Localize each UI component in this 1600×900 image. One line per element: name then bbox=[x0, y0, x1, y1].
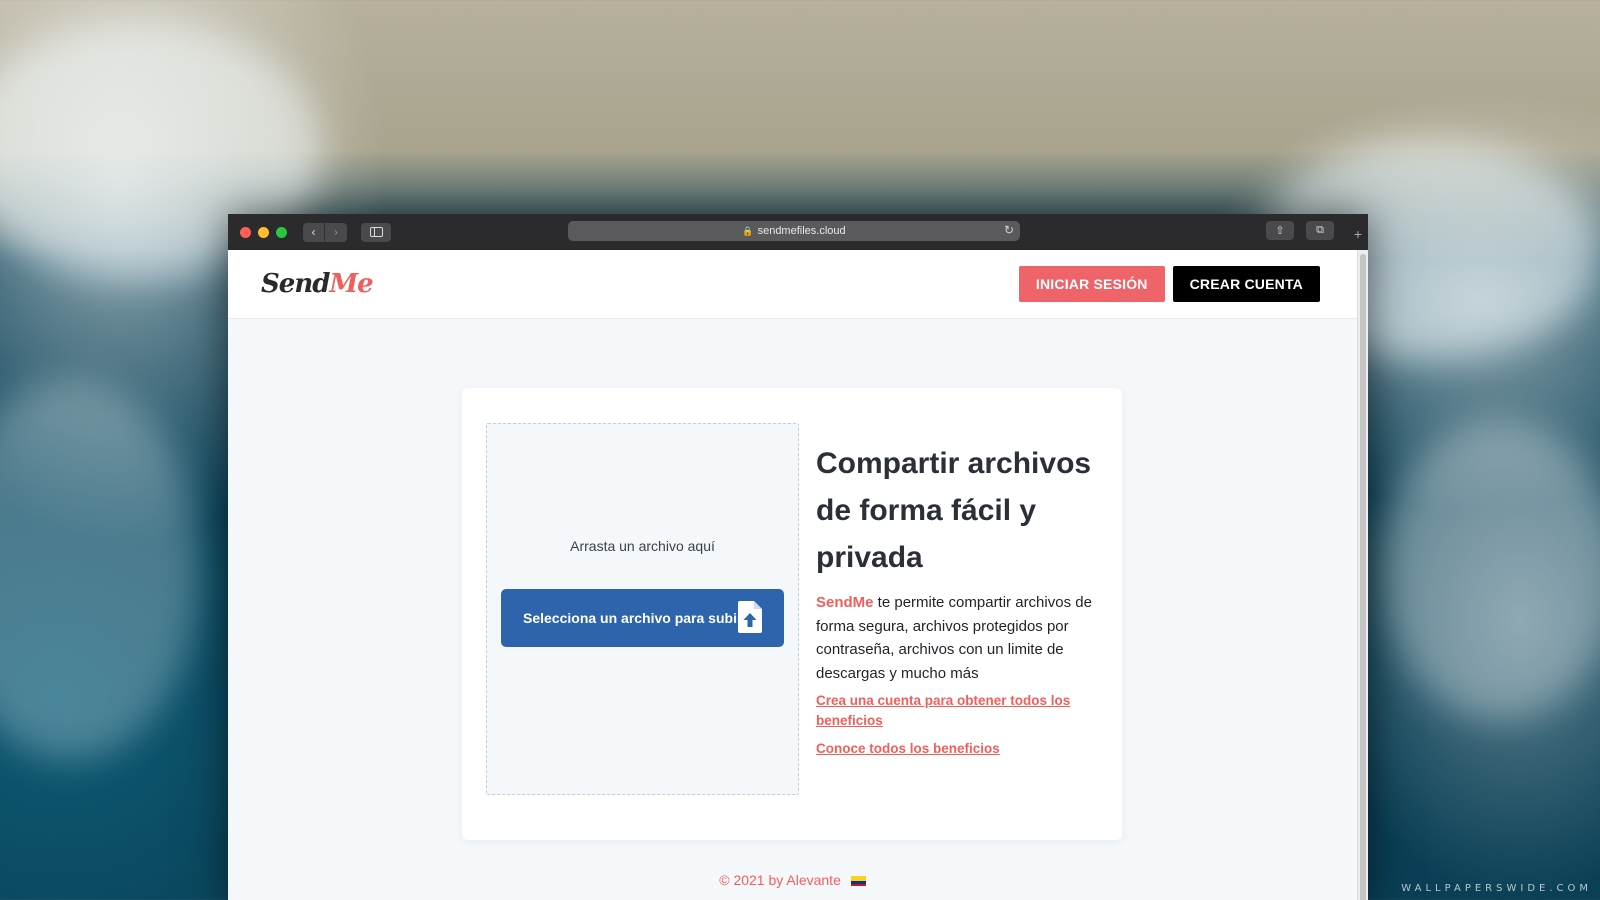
sendme-logo[interactable]: SendMe bbox=[261, 269, 374, 299]
new-tab-button[interactable]: + bbox=[1354, 226, 1362, 242]
signup-button[interactable]: CREAR CUENTA bbox=[1172, 266, 1320, 302]
benefits-link[interactable]: Conoce todos los beneficios bbox=[816, 739, 1096, 759]
sidebar-icon bbox=[369, 227, 383, 237]
select-file-label: Selecciona un archivo para subir bbox=[523, 610, 743, 626]
colombia-flag-icon bbox=[850, 876, 866, 887]
page-scrollbar[interactable] bbox=[1357, 250, 1368, 900]
browser-window: ‹ › 🔒 sendmefiles.cloud ↻ ⇧ ⧉ + SendMe I… bbox=[228, 214, 1368, 900]
tab-overview-button[interactable]: ⧉ bbox=[1306, 221, 1334, 240]
select-file-button[interactable]: Selecciona un archivo para subir bbox=[501, 589, 784, 647]
sidebar-toggle-button[interactable] bbox=[361, 222, 391, 242]
file-dropzone[interactable]: Arrasta un archivo aquí Selecciona un ar… bbox=[486, 423, 799, 795]
history-navigation: ‹ › bbox=[303, 222, 347, 242]
window-controls bbox=[240, 226, 287, 238]
wallpaper-watermark: WALLPAPERSWIDE.COM bbox=[1401, 883, 1592, 894]
share-button[interactable]: ⇧ bbox=[1266, 221, 1294, 240]
wallpaper-foam bbox=[1380, 420, 1600, 720]
browser-toolbar: ‹ › 🔒 sendmefiles.cloud ↻ ⇧ ⧉ + bbox=[228, 214, 1368, 250]
page-viewport: SendMe INICIAR SESIÓN CREAR CUENTA Arras… bbox=[228, 250, 1368, 900]
minimize-window-button[interactable] bbox=[258, 226, 269, 238]
address-bar[interactable]: 🔒 sendmefiles.cloud ↻ bbox=[568, 221, 1020, 241]
wallpaper-foam bbox=[0, 380, 200, 760]
logo-part-me: Me bbox=[329, 269, 373, 299]
upload-card: Arrasta un archivo aquí Selecciona un ar… bbox=[462, 388, 1122, 840]
login-button[interactable]: INICIAR SESIÓN bbox=[1018, 266, 1165, 302]
logo-part-send: Send bbox=[261, 269, 330, 299]
dropzone-hint: Arrasta un archivo aquí bbox=[570, 538, 715, 554]
url-text: sendmefiles.cloud bbox=[757, 225, 846, 237]
file-upload-icon bbox=[738, 601, 762, 636]
close-window-button[interactable] bbox=[240, 226, 251, 238]
lock-icon: 🔒 bbox=[742, 225, 754, 236]
maximize-window-button[interactable] bbox=[276, 226, 287, 238]
create-account-link[interactable]: Crea una cuenta para obtener todos los b… bbox=[816, 691, 1096, 731]
site-header: SendMe INICIAR SESIÓN CREAR CUENTA bbox=[228, 250, 1357, 319]
hero-brand-name: SendMe bbox=[816, 594, 874, 611]
hero-description: SendMe te permite compartir archivos de … bbox=[816, 591, 1096, 685]
header-actions: INICIAR SESIÓN CREAR CUENTA bbox=[1018, 266, 1320, 302]
hero-title: Compartir archivos de forma fácil y priv… bbox=[816, 447, 1092, 574]
footer-credit: © 2021 by Alevante bbox=[719, 872, 841, 888]
back-button[interactable]: ‹ bbox=[303, 222, 325, 242]
forward-button[interactable]: › bbox=[325, 222, 347, 242]
reload-icon[interactable]: ↻ bbox=[1004, 223, 1014, 237]
toolbar-right-buttons: ⇧ ⧉ bbox=[1266, 221, 1334, 240]
scrollbar-thumb[interactable] bbox=[1360, 254, 1366, 900]
site-footer: © 2021 by Alevante bbox=[228, 872, 1357, 888]
